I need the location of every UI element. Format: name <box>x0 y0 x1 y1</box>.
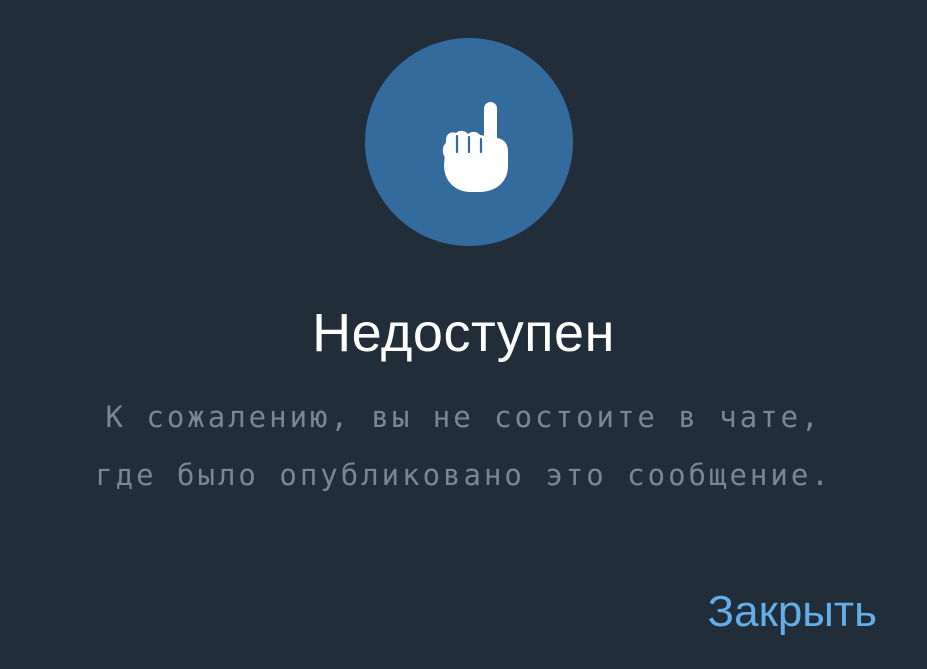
dialog-title: Недоступен <box>312 303 615 363</box>
close-button[interactable]: Закрыть <box>708 584 877 640</box>
message-line: К сожалению, вы не состоите в чате, <box>105 400 822 434</box>
dialog-message: К сожалению, вы не состоите в чате, где … <box>40 388 887 504</box>
pointing-hand-icon <box>442 102 508 192</box>
icon-badge <box>365 38 573 246</box>
unavailable-dialog: Недоступен К сожалению, вы не состоите в… <box>0 0 927 669</box>
message-line: где было опубликовано это сообщение. <box>95 458 832 492</box>
